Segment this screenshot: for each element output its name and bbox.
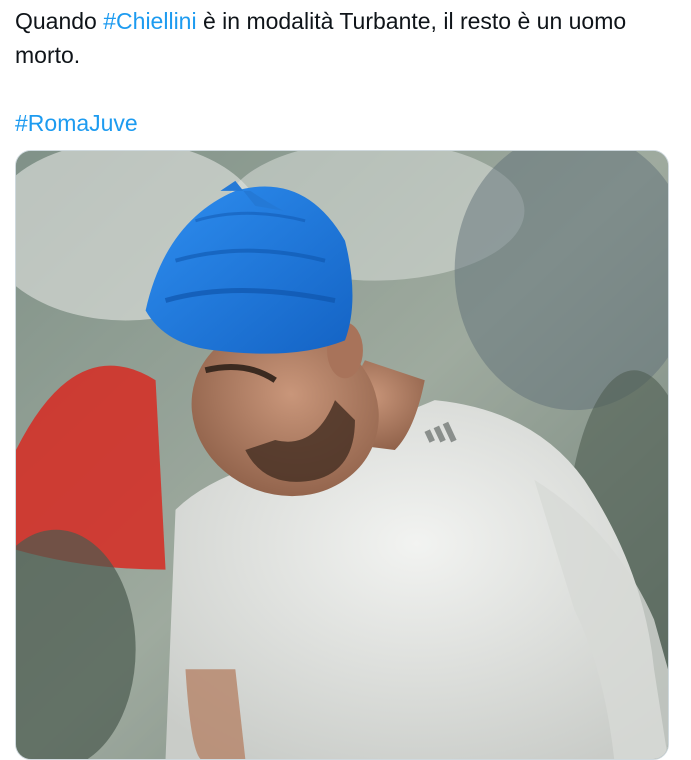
tweet-photo[interactable] <box>15 150 669 760</box>
hashtag-chiellini-link[interactable]: #Chiellini <box>103 8 196 34</box>
tweet-sentence: Quando #Chiellini è in modalità Turbante… <box>15 4 675 72</box>
hashtag-romajuve-link[interactable]: #RomaJuve <box>15 110 138 136</box>
player-photo-image <box>16 151 668 759</box>
tweet-text-part1: Quando <box>15 8 104 34</box>
hashtag-line: #RomaJuve <box>15 106 675 140</box>
tweet-text: Quando #Chiellini è in modalità Turbante… <box>15 4 675 140</box>
